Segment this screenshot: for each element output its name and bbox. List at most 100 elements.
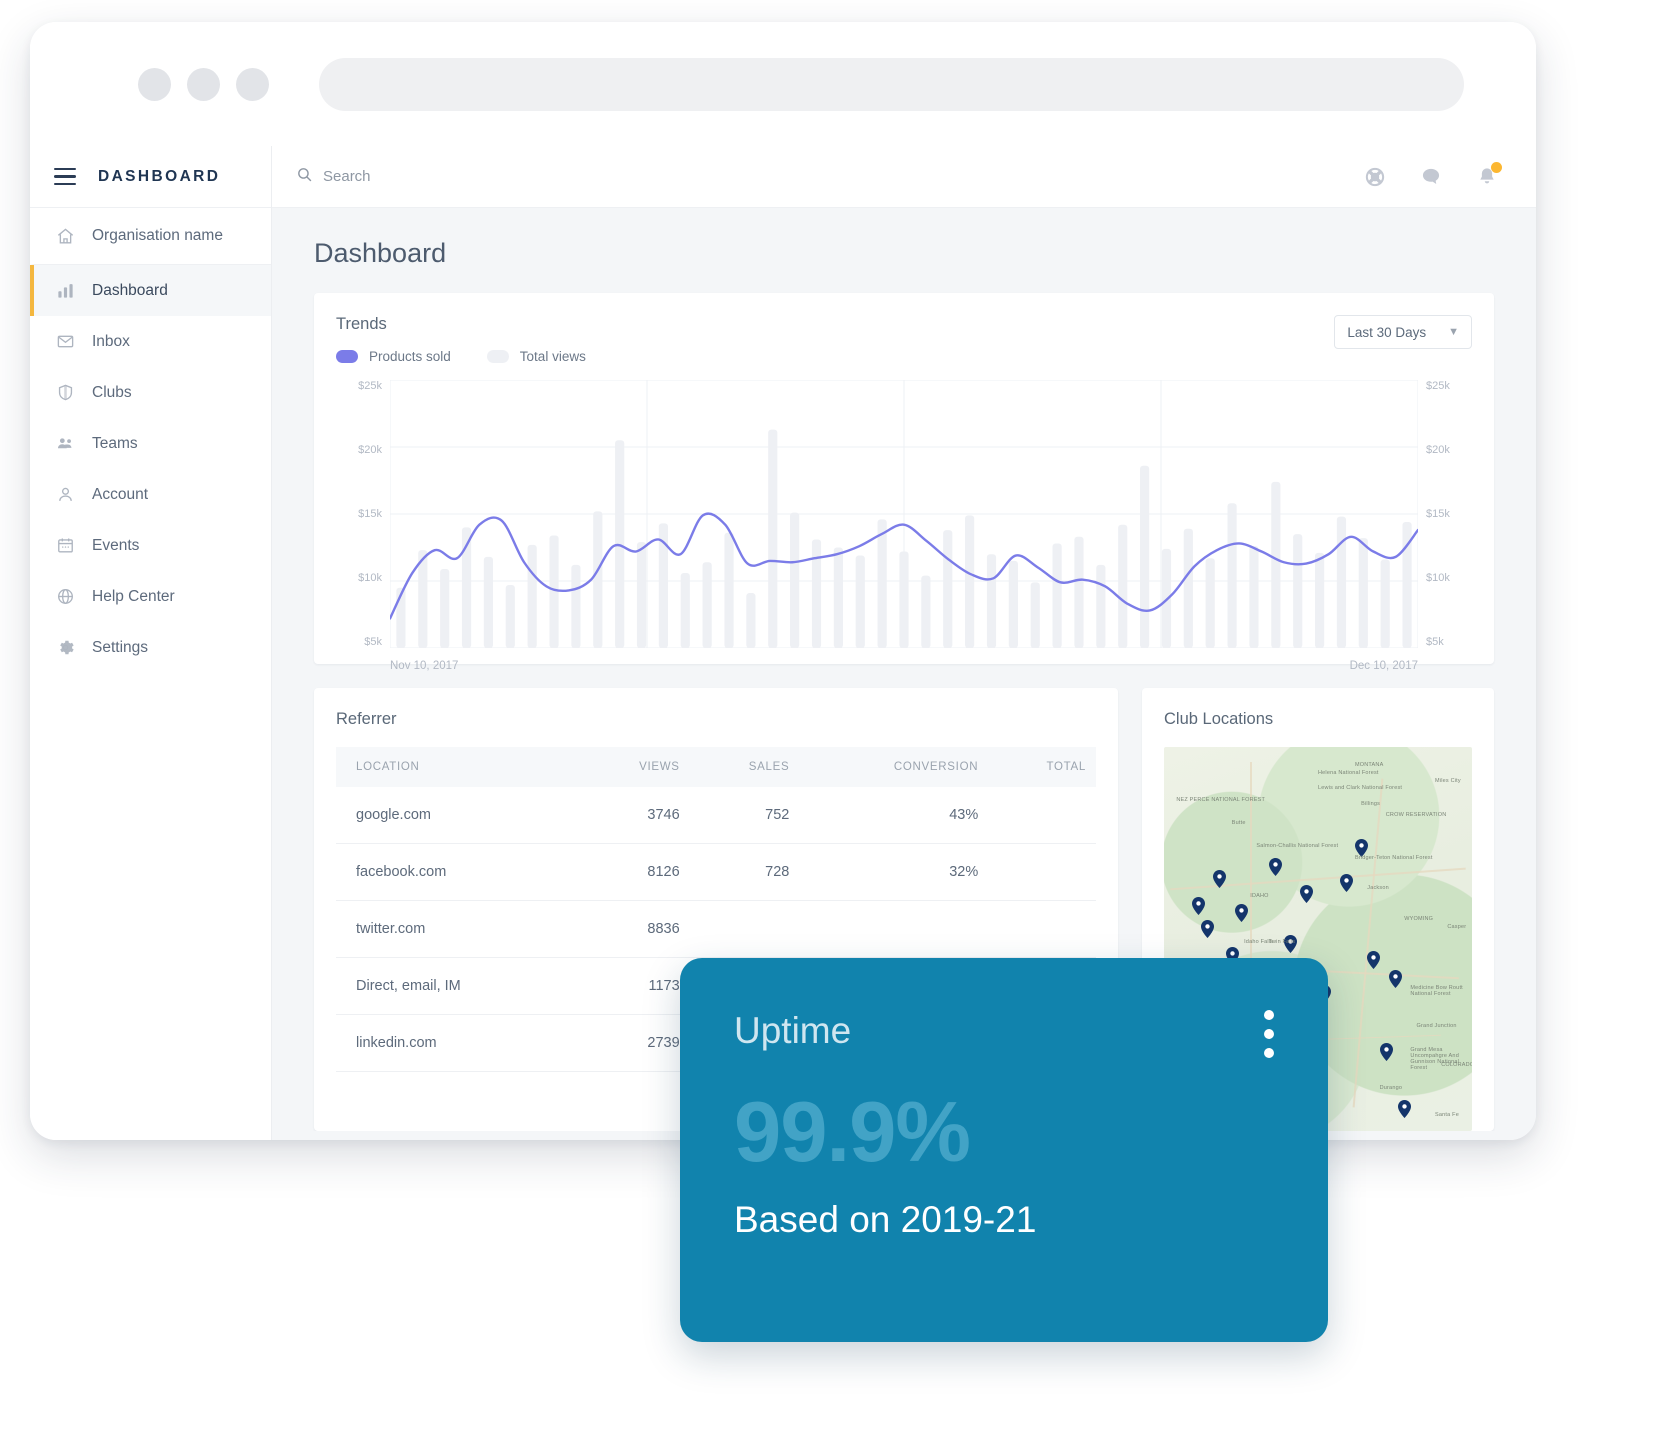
map-pin[interactable] — [1388, 969, 1402, 988]
map-pin[interactable] — [1367, 950, 1381, 969]
map-label: Salmon-Challis National Forest — [1256, 843, 1339, 849]
sidebar-item-label: Events — [92, 536, 140, 554]
search-placeholder-text: Search — [323, 168, 371, 185]
cell-sales: 752 — [689, 787, 800, 844]
url-bar[interactable] — [319, 57, 1464, 111]
top-bar-icons — [1364, 161, 1502, 188]
column-header-views[interactable]: VIEWS — [579, 747, 690, 787]
y-tick: $10k — [358, 572, 382, 584]
map-label: Bridger-Teton National Forest — [1354, 854, 1433, 861]
maximize-window-dot[interactable] — [236, 67, 269, 101]
legend-item-products-sold[interactable]: Products sold — [336, 349, 451, 364]
map-pin[interactable] — [1234, 904, 1248, 923]
sidebar-item-organisation[interactable]: Organisation name — [30, 208, 271, 265]
cell-conversion: 32% — [799, 843, 989, 901]
lifebuoy-icon[interactable] — [1364, 166, 1386, 188]
trends-header: Trends Products sold Total views Last 30… — [336, 315, 1472, 364]
cell-sales — [689, 900, 800, 958]
cell-location: Direct, email, IM — [336, 957, 580, 1015]
chart-svg — [390, 380, 1418, 648]
table-row[interactable]: google.com 3746 752 43% — [336, 787, 1096, 844]
cell-total — [988, 900, 1096, 958]
map-pin[interactable] — [1379, 1042, 1393, 1061]
search-icon — [296, 166, 313, 187]
column-header-location[interactable]: LOCATION — [336, 747, 580, 787]
cell-conversion: 43% — [799, 787, 989, 844]
map-pin[interactable] — [1191, 896, 1205, 915]
table-header: LOCATION VIEWS SALES CONVERSION TOTAL — [336, 747, 1096, 787]
bell-icon[interactable] — [1476, 161, 1502, 188]
x-tick-start: Nov 10, 2017 — [390, 660, 459, 672]
sidebar-item-settings[interactable]: Settings — [30, 622, 271, 673]
map-pin[interactable] — [1339, 873, 1353, 892]
map-label: IDAHO — [1250, 892, 1269, 899]
map-pin[interactable] — [1200, 919, 1214, 938]
date-range-select[interactable]: Last 30 Days ▼ — [1334, 315, 1472, 349]
kebab-menu-icon[interactable] — [1264, 1010, 1274, 1058]
column-header-conversion[interactable]: CONVERSION — [799, 747, 989, 787]
sidebar-item-dashboard[interactable]: Dashboard — [30, 265, 271, 316]
sidebar-item-events[interactable]: Events — [30, 520, 271, 571]
table-header-row: LOCATION VIEWS SALES CONVERSION TOTAL — [336, 747, 1096, 787]
map-label: Helena National Forest — [1318, 770, 1379, 777]
y-tick: $5k — [1426, 636, 1444, 648]
legend-swatch — [336, 350, 358, 363]
map-pin[interactable] — [1299, 885, 1313, 904]
y-tick: $25k — [1426, 380, 1450, 392]
table-row[interactable]: twitter.com 8836 — [336, 900, 1096, 958]
minimize-window-dot[interactable] — [187, 67, 220, 101]
sidebar-item-label: Help Center — [92, 587, 175, 605]
cell-views: 8836 — [579, 900, 690, 958]
sidebar-item-account[interactable]: Account — [30, 469, 271, 520]
map-label: Jackson — [1367, 885, 1389, 892]
sidebar-item-label: Clubs — [92, 383, 132, 401]
chat-icon[interactable] — [1420, 166, 1442, 188]
y-tick: $5k — [364, 636, 382, 648]
legend-item-total-views[interactable]: Total views — [486, 349, 586, 364]
date-range-value: Last 30 Days — [1347, 324, 1427, 340]
map-label: CROW RESERVATION — [1385, 812, 1447, 819]
notification-badge — [1491, 161, 1502, 173]
sidebar-item-label: Inbox — [92, 332, 130, 350]
map-label: Butte — [1231, 819, 1246, 826]
map-label: Billings — [1361, 800, 1381, 807]
x-axis-labels: Nov 10, 2017 Dec 10, 2017 — [390, 660, 1418, 672]
sidebar-item-label: Organisation name — [92, 227, 223, 244]
map-label: COLORADO — [1441, 1061, 1472, 1068]
uptime-card: Uptime 99.9% Based on 2019-21 — [680, 958, 1328, 1342]
uptime-title: Uptime — [734, 1010, 852, 1051]
chart-legend: Products sold Total views — [336, 349, 586, 364]
sidebar-item-help-center[interactable]: Help Center — [30, 571, 271, 622]
table-row[interactable]: facebook.com 8126 728 32% — [336, 843, 1096, 901]
cell-conversion — [799, 900, 989, 958]
club-locations-title: Club Locations — [1164, 710, 1274, 728]
map-pin[interactable] — [1213, 869, 1227, 888]
window-controls[interactable] — [138, 67, 269, 101]
y-tick: $20k — [358, 444, 382, 456]
shield-icon — [56, 382, 82, 404]
map-label: Miles City — [1435, 777, 1461, 784]
top-bar: Search — [272, 146, 1536, 208]
search-input[interactable]: Search — [296, 166, 371, 187]
map-pin[interactable] — [1398, 1100, 1412, 1119]
calendar-icon — [56, 535, 82, 557]
map-label: WYOMING — [1404, 915, 1434, 922]
sidebar-item-teams[interactable]: Teams — [30, 418, 271, 469]
cell-sales: 728 — [689, 843, 800, 901]
column-header-sales[interactable]: SALES — [689, 747, 800, 787]
uptime-subtitle: Based on 2019-21 — [734, 1199, 1037, 1240]
y-tick: $15k — [1426, 508, 1450, 520]
sidebar-item-inbox[interactable]: Inbox — [30, 316, 271, 367]
brand-title: DASHBOARD — [98, 167, 221, 185]
uptime-header: Uptime — [734, 1010, 1274, 1058]
hamburger-menu-icon[interactable] — [54, 167, 76, 186]
cell-location: facebook.com — [336, 843, 580, 901]
map-pin[interactable] — [1268, 858, 1282, 877]
sidebar-item-clubs[interactable]: Clubs — [30, 367, 271, 418]
column-header-total[interactable]: TOTAL — [988, 747, 1096, 787]
close-window-dot[interactable] — [138, 67, 171, 101]
x-tick-end: Dec 10, 2017 — [1349, 660, 1418, 672]
map-label: Santa Fe — [1435, 1111, 1459, 1118]
map-label: Casper — [1447, 923, 1467, 930]
bar-chart-icon — [56, 280, 82, 302]
